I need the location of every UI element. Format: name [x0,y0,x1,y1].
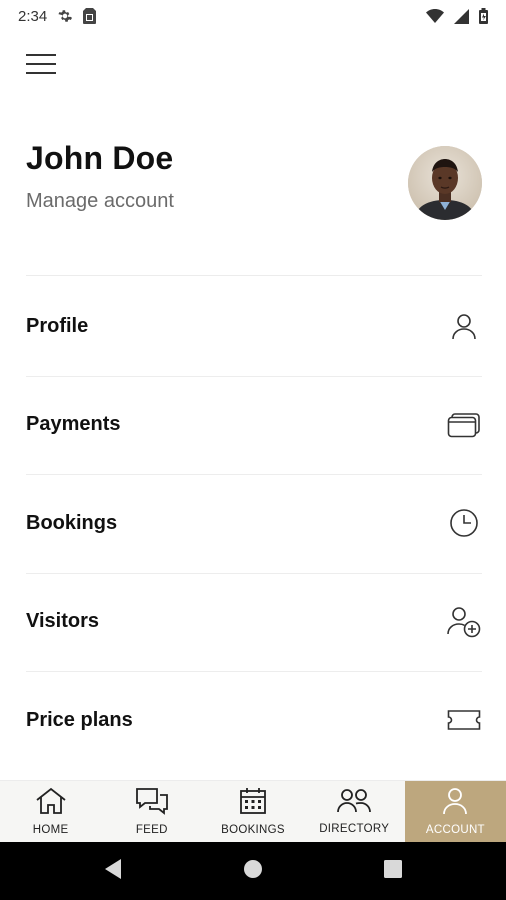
tab-bookings[interactable]: BOOKINGS [202,781,303,842]
manage-account-link[interactable]: Manage account [26,190,174,213]
person-icon [446,308,482,344]
status-right [426,8,488,24]
clock-icon [446,505,482,541]
wifi-icon [426,9,444,23]
hamburger-menu-button[interactable] [20,48,62,84]
tab-label: ACCOUNT [425,824,485,836]
person-icon [442,787,468,820]
menu-item-label: Price plans [26,708,133,731]
menu-item-label: Bookings [26,511,118,534]
cards-icon [446,407,482,443]
signal-icon [454,8,469,24]
status-bar: 2:34 [0,0,506,32]
header-divider [26,275,482,276]
tab-label: DIRECTORY [319,823,390,835]
tab-label: BOOKINGS [221,824,285,836]
tab-label: FEED [135,824,168,836]
user-name: John Doe [26,140,174,176]
status-left: 2:34 [18,7,97,25]
calendar-icon [239,787,267,820]
back-triangle-icon [103,858,123,885]
avatar[interactable] [408,146,482,220]
bottom-tab-bar: HOME FEED BOOKINGS DIRECTORY ACCOUNT [0,780,506,842]
menu-item-profile[interactable]: Profile [0,277,506,376]
tab-home[interactable]: HOME [0,781,101,842]
back-button[interactable] [43,842,183,900]
recents-square-icon [384,859,402,883]
recents-button[interactable] [323,842,463,900]
tab-feed[interactable]: FEED [101,781,202,842]
home-nav-button[interactable] [183,842,323,900]
person-add-icon [446,604,482,640]
settings-icon [57,8,73,24]
menu-item-visitors[interactable]: Visitors [0,572,506,672]
menu-item-label: Visitors [26,610,99,633]
tab-directory[interactable]: DIRECTORY [304,781,405,842]
account-header: John Doe Manage account [26,140,482,240]
home-icon [35,787,67,820]
people-icon [336,788,372,819]
tab-account[interactable]: ACCOUNT [404,781,506,842]
status-time: 2:34 [18,7,48,25]
menu-item-label: Payments [26,413,121,436]
menu-item-payments[interactable]: Payments [0,375,506,475]
system-navigation-bar [0,842,506,900]
ticket-icon [446,702,482,738]
home-circle-icon [243,859,263,884]
sim-card-icon [83,8,97,24]
battery-icon [479,8,488,24]
account-menu-list: Profile Payments Bookings Visitors Price… [0,277,506,770]
menu-item-price-plans[interactable]: Price plans [0,671,506,770]
chat-bubbles-icon [135,787,169,820]
menu-item-label: Profile [26,314,89,337]
menu-item-bookings[interactable]: Bookings [0,474,506,573]
hamburger-menu-icon [26,53,56,80]
tab-label: HOME [32,824,69,836]
